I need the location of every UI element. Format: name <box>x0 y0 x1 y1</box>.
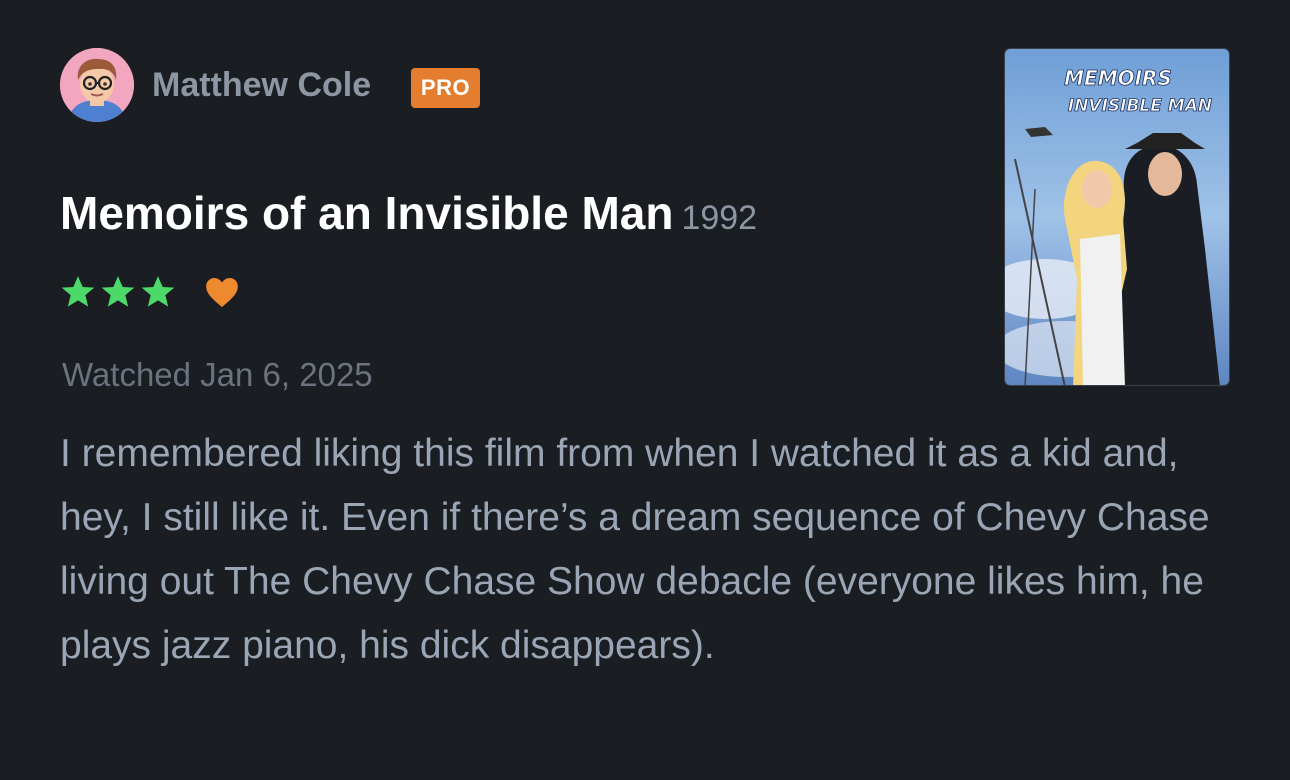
svg-text:MEMOIRS: MEMOIRS <box>1064 66 1172 90</box>
pro-badge: PRO <box>411 68 480 108</box>
star-icon <box>141 276 175 307</box>
watched-date: Watched Jan 6, 2025 <box>62 356 373 393</box>
review-text: I remembered liking this film from when … <box>60 432 1210 667</box>
film-title-row: Memoirs of an Invisible Man 1992 <box>60 186 757 240</box>
film-poster[interactable]: MEMOIRS INVISIBLE MAN <box>1004 48 1230 386</box>
poster-image: MEMOIRS INVISIBLE MAN <box>1005 49 1229 385</box>
memoji-avatar-icon <box>60 48 134 122</box>
svg-text:INVISIBLE MAN: INVISIBLE MAN <box>1068 96 1212 116</box>
heart-icon <box>206 278 238 307</box>
star-icon <box>61 276 95 307</box>
film-title[interactable]: Memoirs of an Invisible Man <box>60 187 673 239</box>
film-year[interactable]: 1992 <box>681 199 757 237</box>
rating <box>58 272 242 312</box>
avatar[interactable] <box>60 48 134 122</box>
star-icon <box>101 276 135 307</box>
username[interactable]: Matthew Cole <box>152 66 371 105</box>
